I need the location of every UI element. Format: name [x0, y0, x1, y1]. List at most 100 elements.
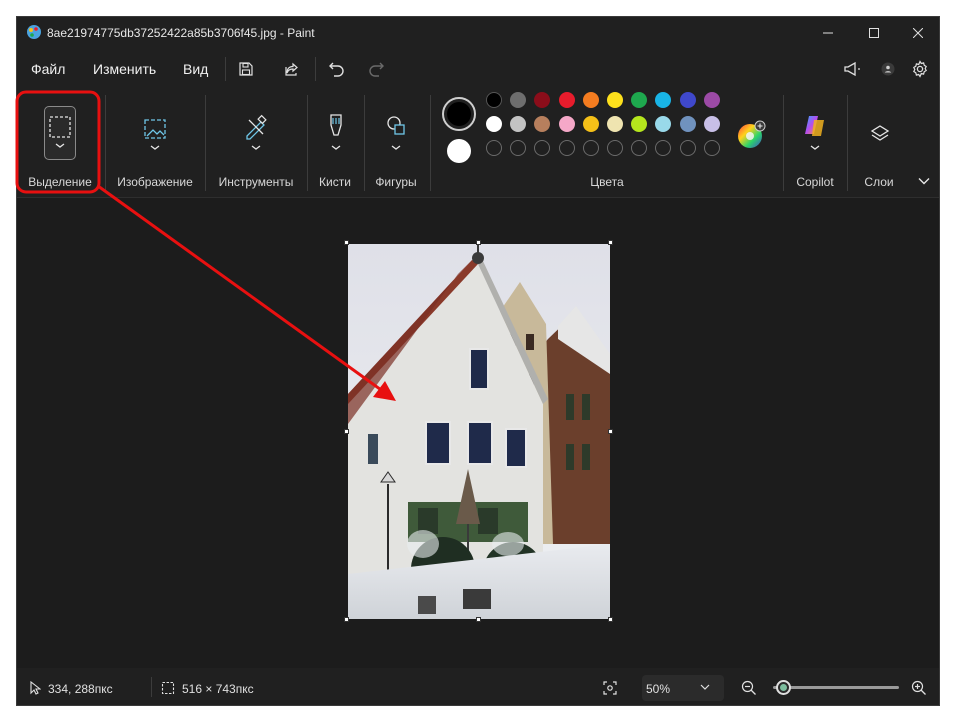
group-label-image: Изображение: [117, 175, 193, 189]
paint-app-icon: [27, 25, 41, 39]
group-label-copilot: Copilot: [796, 175, 834, 189]
resize-handle[interactable]: [476, 617, 481, 622]
custom-color-slot[interactable]: [679, 140, 696, 156]
pencil-eraser-icon: [246, 114, 267, 150]
close-button[interactable]: [895, 17, 939, 49]
group-label-colors: Цвета: [590, 175, 624, 189]
primary-color-button[interactable]: [442, 97, 476, 131]
menu-view[interactable]: Вид: [183, 61, 208, 77]
custom-color-slot[interactable]: [486, 140, 502, 156]
divider: [430, 95, 431, 191]
title-bar: 8ae21974775db37252422a85b3706f45.jpg - P…: [17, 17, 939, 49]
zoom-slider-track[interactable]: [773, 686, 899, 689]
zoom-value: 50%: [646, 682, 671, 696]
color-swatch[interactable]: [703, 92, 720, 108]
selection-size-icon: [161, 681, 175, 695]
brush-icon: [330, 114, 342, 150]
color-swatch[interactable]: [607, 116, 623, 132]
color-swatch[interactable]: [679, 92, 696, 108]
resize-handle[interactable]: [344, 240, 349, 245]
divider: [315, 57, 316, 81]
rectangle-select-icon: [49, 116, 71, 148]
selection-tool-button[interactable]: [44, 106, 76, 160]
cursor-icon: [30, 681, 41, 695]
color-swatch[interactable]: [703, 116, 720, 132]
divider: [364, 95, 365, 191]
color-swatch[interactable]: [486, 92, 502, 108]
zoom-out-button[interactable]: [739, 678, 759, 698]
minimize-icon: [823, 32, 833, 34]
zoom-in-button[interactable]: [909, 678, 929, 698]
divider: [205, 95, 206, 191]
custom-color-slot[interactable]: [607, 140, 623, 156]
settings-button[interactable]: [907, 57, 933, 81]
color-swatch[interactable]: [558, 92, 575, 108]
group-label-tools: Инструменты: [218, 175, 294, 189]
shapes-button[interactable]: [381, 113, 411, 153]
menu-edit[interactable]: Изменить: [93, 61, 156, 77]
minimize-button[interactable]: [805, 17, 851, 49]
custom-color-slot[interactable]: [582, 140, 599, 156]
edit-colors-button[interactable]: [735, 119, 767, 151]
gear-icon: [913, 60, 927, 78]
primary-color-swatch: [447, 102, 471, 126]
resize-handle[interactable]: [608, 429, 613, 434]
maximize-button[interactable]: [851, 17, 897, 49]
paint-window: 8ae21974775db37252422a85b3706f45.jpg - P…: [16, 16, 940, 706]
house-photo: [348, 244, 610, 619]
share-button[interactable]: [279, 57, 305, 81]
save-icon: [239, 62, 253, 76]
color-swatch[interactable]: [607, 92, 623, 108]
save-button[interactable]: [233, 57, 259, 81]
redo-button[interactable]: [363, 57, 389, 81]
share-icon: [285, 62, 298, 76]
zoom-out-icon: [741, 680, 756, 695]
color-swatch[interactable]: [558, 116, 575, 132]
divider: [307, 95, 308, 191]
group-label-shapes: Фигуры: [375, 175, 417, 189]
resize-handle[interactable]: [344, 617, 349, 622]
divider: [783, 95, 784, 191]
chevron-down-icon: [918, 178, 930, 185]
group-label-brushes: Кисти: [319, 175, 351, 189]
resize-handle[interactable]: [344, 429, 349, 434]
feedback-icon: [844, 61, 860, 77]
fit-screen-icon: [603, 681, 617, 695]
resize-handle[interactable]: [608, 240, 613, 245]
ribbon-expand-button[interactable]: [915, 173, 933, 189]
divider: [847, 95, 848, 191]
secondary-color-button[interactable]: [446, 138, 472, 164]
brushes-button[interactable]: [321, 111, 351, 153]
account-button[interactable]: [875, 57, 901, 81]
resize-handle[interactable]: [608, 617, 613, 622]
custom-color-slot[interactable]: [558, 140, 575, 156]
copilot-icon: [805, 116, 824, 150]
zoom-in-icon: [911, 680, 926, 695]
account-icon: [881, 62, 895, 76]
chevron-down-icon: [700, 684, 710, 690]
color-swatch[interactable]: [582, 116, 599, 132]
group-label-layers: Слои: [864, 175, 894, 189]
window-title: 8ae21974775db37252422a85b3706f45.jpg - P…: [47, 26, 315, 40]
zoom-slider-thumb[interactable]: [776, 680, 791, 695]
resize-handle[interactable]: [476, 240, 481, 245]
undo-button[interactable]: [324, 57, 350, 81]
layers-icon: [870, 125, 890, 141]
color-swatch[interactable]: [582, 92, 599, 108]
canvas-image[interactable]: [348, 244, 610, 619]
group-label-selection: Выделение: [28, 175, 92, 189]
maximize-icon: [869, 28, 879, 38]
layers-button[interactable]: [865, 119, 895, 149]
color-swatch[interactable]: [679, 116, 696, 132]
copilot-button[interactable]: [797, 111, 833, 153]
undo-icon: [329, 62, 344, 77]
tools-button[interactable]: [239, 113, 273, 153]
color-swatch[interactable]: [486, 116, 502, 132]
cursor-position: 334, 288пкс: [48, 682, 113, 696]
image-tool-button[interactable]: [138, 113, 172, 153]
feedback-button[interactable]: [839, 57, 865, 81]
fit-to-window-button[interactable]: [599, 677, 621, 699]
menu-file[interactable]: Файл: [31, 61, 65, 77]
custom-color-slot[interactable]: [703, 140, 720, 156]
color-wheel-icon: [738, 120, 766, 148]
